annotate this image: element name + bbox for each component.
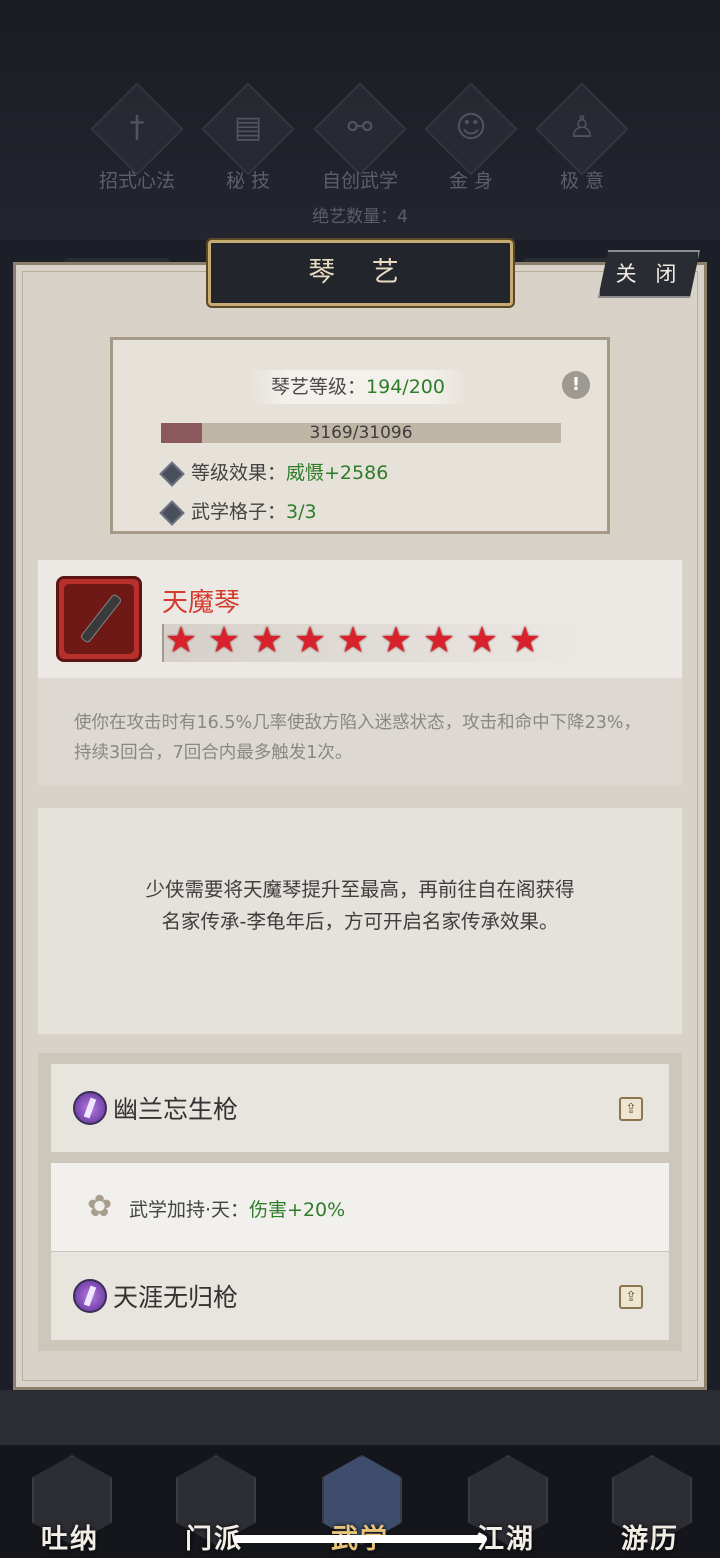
home-indicator[interactable] — [233, 1535, 487, 1543]
panel-title-plate: 琴 艺 — [208, 240, 513, 306]
diamond-gem-icon — [159, 460, 185, 487]
skill-bonus-row: ✿ 武学加持·天：伤害+20% — [51, 1163, 669, 1251]
panel-title: 琴 艺 — [308, 257, 413, 288]
star-icon: ★ — [422, 620, 456, 661]
skill-slot-1[interactable]: 幽兰忘生枪 ⇪ — [51, 1064, 669, 1152]
info-icon[interactable]: ! — [562, 371, 590, 399]
star-icon: ★ — [250, 620, 284, 661]
tab-jiyi[interactable]: ♙ 极 意 — [532, 82, 632, 192]
tab-label: 极 意 — [559, 170, 605, 192]
level-pill: 琴艺等级：194/200 — [248, 370, 468, 404]
star-icon: ★ — [336, 620, 370, 661]
skill-slot-2[interactable]: 天涯无归枪 ⇪ — [51, 1252, 669, 1340]
level-value: 194/200 — [366, 376, 445, 398]
tab-label: 自创武学 — [321, 170, 398, 192]
item-name: 天魔琴 — [162, 588, 241, 618]
scroll-icon: ⚯ — [347, 110, 373, 145]
star-icon: ★ — [164, 620, 198, 661]
unequip-icon[interactable]: ⇪ — [619, 1097, 643, 1121]
stance-icon: ♙ — [568, 110, 596, 145]
unequip-icon[interactable]: ⇪ — [619, 1285, 643, 1309]
tab-jinshen[interactable]: ☺ 金 身 — [421, 82, 521, 192]
equipped-skills-box: 幽兰忘生枪 ⇪ ✿ 武学加持·天：伤害+20% 天涯无归枪 ⇪ — [38, 1053, 682, 1351]
star-icon: ★ — [508, 620, 542, 661]
skill-name: 幽兰忘生枪 — [113, 1095, 239, 1124]
skill-name: 天涯无归枪 — [113, 1283, 239, 1312]
bonus-text: 武学加持·天：伤害+20% — [129, 1195, 345, 1222]
level-effect-row: 等级效果：威慑+2586 — [159, 458, 389, 487]
star-icon: ★ — [207, 620, 241, 661]
bonus-value: 伤害+20% — [249, 1199, 346, 1221]
nav-tuna[interactable]: 吐纳 — [22, 1455, 118, 1555]
sword-icon: † — [129, 110, 145, 145]
level-label: 琴艺等级： — [271, 376, 367, 398]
slots-row: 武学格子：3/3 — [159, 497, 317, 526]
close-button[interactable]: 关 闭 — [598, 250, 700, 298]
notice-text: 少侠需要将天魔琴提升至最高，再前往自在阁获得名家传承-李龟年后，方可开启名家传承… — [145, 878, 575, 933]
guqin-item-icon[interactable] — [56, 576, 142, 662]
tab-miji[interactable]: ▤ 秘 技 — [198, 82, 298, 192]
effect-value: 威慑+2586 — [286, 462, 389, 484]
star-icon: ★ — [379, 620, 413, 661]
nav-label: 游历 — [621, 1524, 679, 1555]
meditation-icon: ☺ — [455, 110, 487, 145]
tab-label: 招式心法 — [98, 170, 175, 192]
slots-label: 武学格子： — [191, 501, 287, 523]
skill-count: 绝艺数量：4 — [312, 207, 408, 227]
tab-label: 秘 技 — [225, 170, 271, 192]
exp-progress-text: 3169/31096 — [309, 423, 413, 443]
item-description: 使你在攻击时有16.5%几率使敌方陷入迷惑状态，攻击和命中下降23%，持续3回合… — [74, 713, 641, 763]
tab-label: 金 身 — [448, 170, 494, 192]
book-icon: ▤ — [233, 110, 263, 145]
spear-skill-icon — [73, 1091, 107, 1125]
tab-zhaoshi[interactable]: † 招式心法 — [87, 82, 187, 192]
spear-skill-icon — [73, 1279, 107, 1313]
bonus-label: 武学加持·天： — [129, 1199, 250, 1221]
star-icon: ★ — [293, 620, 327, 661]
nav-youli[interactable]: 游历 — [602, 1455, 698, 1555]
nav-label: 吐纳 — [41, 1524, 99, 1555]
inheritance-notice: 少侠需要将天魔琴提升至最高，再前往自在阁获得名家传承-李龟年后，方可开启名家传承… — [38, 808, 682, 1034]
diamond-gem-icon — [159, 499, 185, 526]
gear-icon: ✿ — [87, 1189, 113, 1224]
slots-value: 3/3 — [286, 501, 317, 523]
item-description-box: 使你在攻击时有16.5%几率使敌方陷入迷惑状态，攻击和命中下降23%，持续3回合… — [38, 678, 682, 786]
tab-zichuang[interactable]: ⚯ 自创武学 — [310, 82, 410, 192]
star-icon: ★ — [465, 620, 499, 661]
level-box: 琴艺等级：194/200 ! 3169/31096 等级效果：威慑+2586 武… — [110, 337, 610, 534]
item-card: 天魔琴 ★ ★ ★ ★ ★ ★ ★ ★ ★ — [38, 560, 682, 678]
panel-shadow-strip — [0, 1390, 720, 1445]
effect-label: 等级效果： — [191, 462, 287, 484]
exp-progress-bar: 3169/31096 — [161, 423, 561, 443]
